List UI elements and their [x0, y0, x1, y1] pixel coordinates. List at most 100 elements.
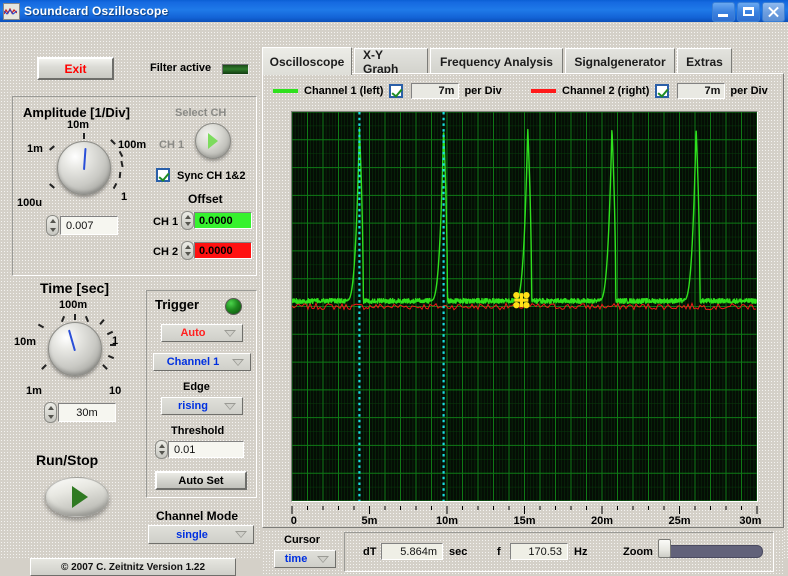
channel-1-controls: Channel 1 (left) 7m per Div [273, 82, 502, 100]
amplitude-value-field[interactable]: 0.007 [60, 216, 118, 235]
title-bar: Soundcard Oszilloscope [0, 0, 788, 22]
time-stepper[interactable] [44, 402, 57, 423]
x-axis-tick-label: 10m [435, 515, 459, 527]
window-controls [712, 2, 785, 22]
ch-button-label: CH 1 [159, 139, 185, 151]
offset-title: Offset [188, 192, 223, 206]
frequency-label: f [497, 546, 501, 558]
tab-signalgenerator[interactable]: Signalgenerator [565, 48, 675, 74]
time-knob-tick [41, 364, 47, 370]
amplitude-label-100u: 100u [17, 197, 43, 209]
chevron-down-icon [232, 358, 244, 366]
zoom-slider-thumb[interactable] [658, 539, 671, 558]
amplitude-knob-tick [118, 150, 124, 158]
amplitude-label-1: 1 [121, 191, 128, 203]
channel-1-color-swatch [273, 89, 298, 93]
offset-ch1-field[interactable]: 0.0000 [194, 212, 252, 229]
trigger-edge-label: Edge [183, 381, 210, 393]
time-label-1m: 1m [26, 385, 42, 397]
amplitude-stepper[interactable] [46, 215, 59, 236]
channel-1-enable-checkbox[interactable] [389, 84, 404, 98]
trigger-led [225, 298, 242, 315]
dt-unit-label: sec [449, 546, 468, 558]
channel-mode-value: single [176, 528, 208, 541]
trigger-mode-value: Auto [180, 327, 206, 339]
amplitude-knob-tick [49, 183, 55, 189]
time-knob-tick [107, 354, 115, 360]
tab-oscilloscope[interactable]: Oscilloscope [262, 47, 352, 75]
dt-value-field[interactable]: 5.864m [381, 543, 443, 560]
tab-extras[interactable]: Extras [677, 48, 732, 74]
offset-ch1-label: CH 1 [153, 216, 179, 228]
trigger-threshold-stepper[interactable] [155, 440, 168, 459]
offset-ch2-stepper[interactable] [181, 241, 194, 260]
trigger-edge-select[interactable]: rising [161, 397, 243, 415]
time-knob-tick [99, 319, 105, 325]
zoom-slider-track[interactable] [661, 545, 763, 558]
chevron-down-icon [224, 329, 236, 337]
offset-ch1-stepper[interactable] [181, 211, 194, 230]
frequency-value-field[interactable]: 170.53 [510, 543, 568, 560]
amplitude-knob-tick [112, 182, 118, 190]
time-knob-tick [37, 323, 45, 329]
minimize-icon[interactable] [712, 2, 735, 22]
time-knob[interactable] [48, 322, 102, 376]
tab-frequency-analysis[interactable]: Frequency Analysis [430, 48, 563, 74]
frequency-unit-label: Hz [574, 546, 588, 558]
time-value-field[interactable]: 30m [58, 403, 116, 422]
tab-strip: Oscilloscope X-Y Graph Frequency Analysi… [262, 47, 784, 76]
oscilloscope-plot[interactable] [291, 111, 758, 502]
offset-ch2-field[interactable]: 0.0000 [194, 242, 252, 259]
copyright-label: © 2007 C. Zeitnitz Version 1.22 [30, 558, 236, 576]
sync-channels-checkbox[interactable] [156, 168, 170, 182]
window-body: Exit Filter active Amplitude [1/Div] 10m… [0, 22, 788, 576]
channel-2-enable-checkbox[interactable] [655, 84, 670, 98]
cursor-readout-frame: dT 5.864m sec f 170.53 Hz Zoom [344, 532, 774, 572]
channel-1-per-div-field[interactable]: 7m [411, 83, 460, 99]
trigger-threshold-field[interactable]: 0.01 [168, 441, 244, 458]
auto-set-button[interactable]: Auto Set [155, 471, 247, 490]
x-axis-tick-label: 20m [590, 515, 614, 527]
chevron-down-icon [317, 555, 329, 563]
application-window: Soundcard Oszilloscope Exit Filter activ… [0, 0, 788, 576]
channel-mode-label: Channel Mode [156, 509, 239, 523]
select-channel-button[interactable] [195, 123, 231, 159]
x-axis-tick-label: 5m [361, 515, 378, 527]
channel-2-per-div-label: per Div [730, 85, 768, 97]
channel-2-controls: Channel 2 (right) 7m per Div [531, 82, 768, 100]
x-axis-tick-label: 15m [513, 515, 536, 527]
window-title: Soundcard Oszilloscope [24, 4, 169, 18]
cursor-label: Cursor [284, 534, 321, 546]
run-stop-button[interactable] [45, 477, 109, 517]
channel-mode-select[interactable]: single [148, 525, 254, 544]
amplitude-knob-tick [83, 133, 85, 139]
filter-active-led[interactable] [222, 64, 249, 75]
trigger-edge-value: rising [178, 400, 208, 412]
sync-channels-label: Sync CH 1&2 [177, 170, 246, 182]
amplitude-label-100m: 100m [118, 139, 147, 151]
amplitude-knob[interactable] [57, 141, 111, 195]
trigger-panel: Trigger Auto Channel 1 Edge rising Thres… [146, 290, 257, 498]
time-knob-tick [60, 315, 66, 323]
amplitude-knob-tick [49, 145, 55, 151]
tab-xy-graph[interactable]: X-Y Graph [354, 48, 428, 76]
amplitude-knob-tick [120, 160, 124, 168]
exit-button[interactable]: Exit [37, 57, 114, 80]
close-icon[interactable] [762, 2, 785, 22]
amplitude-panel: Amplitude [1/Div] 10m 1m 100m 1 100u 0.0… [12, 96, 257, 276]
trigger-mode-select[interactable]: Auto [161, 324, 243, 342]
time-label-100m: 100m [59, 299, 88, 311]
amplitude-label-10m: 10m [67, 119, 90, 131]
cursor-mode-value: time [284, 553, 308, 565]
channel-2-per-div-field[interactable]: 7m [677, 83, 726, 99]
waveform-icon [3, 2, 20, 20]
time-label-1: 1 [112, 335, 119, 347]
trigger-source-select[interactable]: Channel 1 [153, 353, 251, 371]
amplitude-knob-tick [110, 139, 116, 145]
maximize-icon[interactable] [737, 2, 760, 22]
dt-label: dT [363, 546, 377, 558]
cursor-mode-select[interactable]: time [274, 550, 336, 568]
select-ch-label: Select CH [175, 107, 227, 119]
x-axis-tick-label: 30m [739, 515, 762, 527]
play-icon [208, 133, 218, 149]
